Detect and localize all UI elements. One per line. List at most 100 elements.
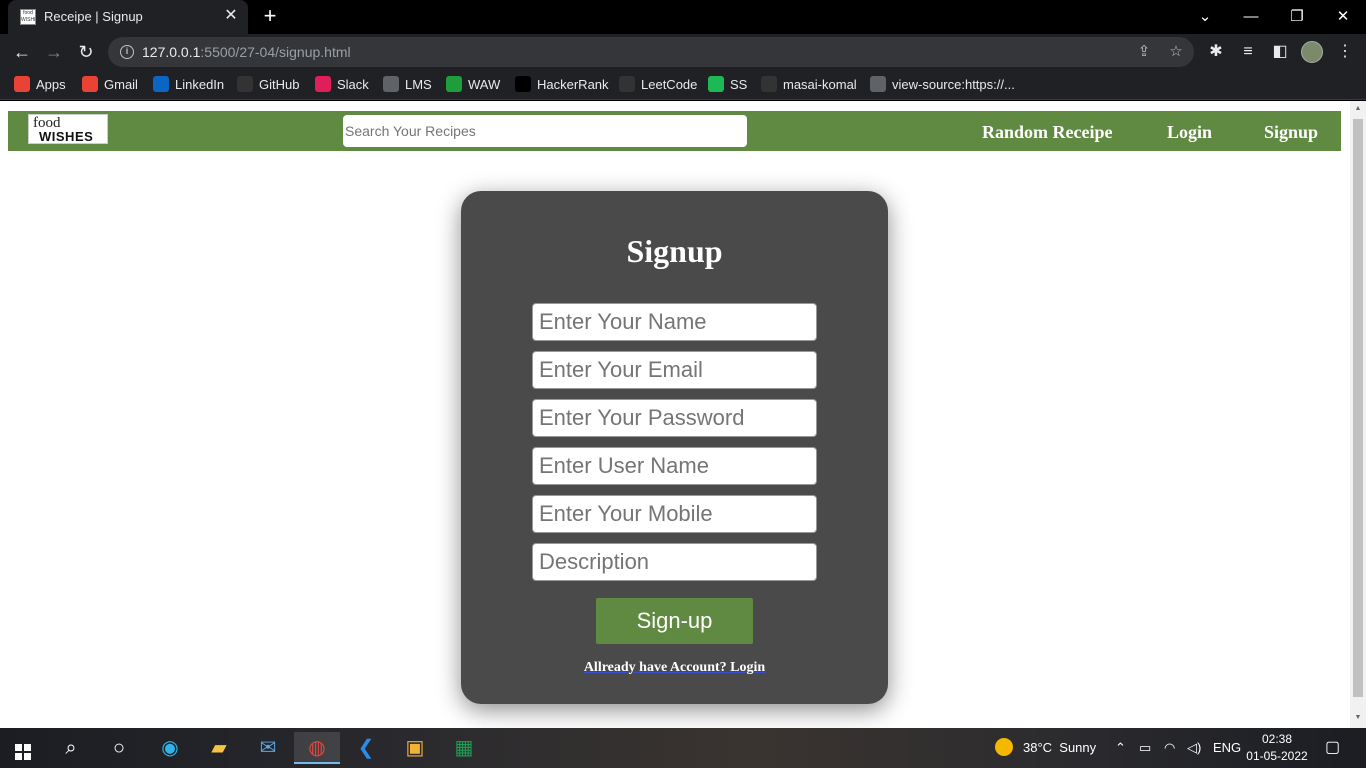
url-path: :5500/27-04/signup.html	[200, 44, 351, 60]
bookmark-item[interactable]: WAW	[446, 76, 500, 94]
search-icon[interactable]: ⌕	[48, 732, 94, 764]
vscode-icon[interactable]: ❮	[343, 732, 389, 764]
address-bar[interactable]: i 127.0.0.1:5500/27-04/signup.html ⇪ ☆	[108, 37, 1194, 67]
tray-chevron-icon[interactable]: ⌃	[1115, 728, 1126, 768]
side-panel-icon[interactable]: ◧	[1269, 41, 1291, 63]
name-field[interactable]	[532, 303, 817, 341]
minimize-button[interactable]: —	[1240, 6, 1262, 28]
close-window-button[interactable]: ✕	[1332, 6, 1354, 28]
language-indicator[interactable]: ENG	[1213, 728, 1241, 768]
scroll-up-icon[interactable]: ▲	[1353, 104, 1363, 114]
browser-tab[interactable]: food WISHES Receipe | Signup ✕	[8, 0, 248, 34]
bookmark-item[interactable]: SS	[708, 76, 747, 94]
slack-icon	[315, 76, 331, 92]
bookmark-label: masai-komal	[783, 77, 857, 92]
bookmark-item[interactable]: Slack	[315, 76, 369, 94]
bookmark-label: Apps	[36, 77, 66, 92]
globe-icon	[383, 76, 399, 92]
random-receipe-link[interactable]: Random Receipe	[982, 122, 1112, 143]
site-logo[interactable]: food WISHES	[28, 114, 108, 144]
globe-icon	[870, 76, 886, 92]
forward-button[interactable]: →	[43, 41, 65, 63]
extensions-icon[interactable]: ✱	[1205, 41, 1227, 63]
share-icon[interactable]: ⇪	[1134, 42, 1154, 62]
spotify-icon	[708, 76, 724, 92]
password-field[interactable]	[532, 399, 817, 437]
github-icon	[761, 76, 777, 92]
mail-icon[interactable]: ✉	[245, 732, 291, 764]
url-text[interactable]: 127.0.0.1:5500/27-04/signup.html	[142, 44, 351, 60]
signup-link[interactable]: Signup	[1264, 122, 1318, 143]
scrollbar-thumb[interactable]	[1353, 119, 1363, 697]
new-tab-button[interactable]: +	[259, 5, 281, 27]
description-field[interactable]	[532, 543, 817, 581]
already-have-account-link[interactable]: Allready have Account? Login	[461, 660, 888, 676]
github-icon	[237, 76, 253, 92]
tab-title: Receipe | Signup	[44, 9, 143, 24]
bookmark-label: LMS	[405, 77, 432, 92]
bookmark-item[interactable]: LeetCode	[619, 76, 697, 94]
start-button[interactable]	[0, 732, 46, 764]
leetcode-icon	[619, 76, 635, 92]
weather-temp: 38°C	[1023, 740, 1053, 755]
bookmark-star-icon[interactable]: ☆	[1166, 42, 1186, 62]
username-field[interactable]	[532, 447, 817, 485]
bookmark-item[interactable]: LMS	[383, 76, 432, 94]
chrome-icon[interactable]: ◍	[294, 732, 340, 764]
store-icon[interactable]: ▣	[392, 732, 438, 764]
bookmarks-bar: Apps Gmail LinkedIn GitHub Slack LMS WAW Hacker…	[0, 70, 1366, 100]
logo-bottom-text: WISHES	[39, 129, 94, 144]
reload-button[interactable]: ↻	[75, 41, 97, 63]
notifications-icon[interactable]: ▢	[1325, 728, 1340, 768]
signup-card: Signup Sign-up Allready have Account? Lo…	[461, 191, 888, 704]
excel-icon[interactable]: ▦	[441, 732, 487, 764]
apps-grid-icon	[14, 76, 30, 92]
email-field[interactable]	[532, 351, 817, 389]
page-scrollbar[interactable]: ▲ ▼	[1350, 101, 1366, 728]
bookmark-label: Slack	[337, 77, 369, 92]
mobile-field[interactable]	[532, 495, 817, 533]
bookmark-item[interactable]: HackerRank	[515, 76, 609, 94]
bookmark-label: view-source:https://...	[892, 77, 1015, 92]
bookmark-item[interactable]: Apps	[14, 76, 66, 94]
signup-submit-button[interactable]: Sign-up	[596, 598, 753, 644]
wifi-icon[interactable]: ◠	[1164, 728, 1175, 768]
browser-toolbar: ← → ↻ i 127.0.0.1:5500/27-04/signup.html…	[0, 34, 1366, 70]
bookmark-label: LinkedIn	[175, 77, 225, 92]
volume-icon[interactable]: ◁)	[1187, 728, 1201, 768]
clock-date: 01-05-2022	[1246, 749, 1308, 763]
profile-avatar[interactable]	[1301, 41, 1323, 63]
bookmark-item[interactable]: masai-komal	[761, 76, 857, 94]
recipe-search-input[interactable]	[343, 115, 747, 147]
scroll-down-icon[interactable]: ▼	[1353, 713, 1363, 723]
bookmark-label: HackerRank	[537, 77, 609, 92]
bookmark-item[interactable]: LinkedIn	[153, 76, 224, 94]
menu-dots-icon[interactable]: ⋮	[1334, 41, 1356, 63]
windows-logo-icon	[15, 744, 31, 760]
site-info-icon[interactable]: i	[120, 45, 134, 59]
tab-close-icon[interactable]: ✕	[222, 7, 240, 25]
tab-search-icon[interactable]: ⌄	[1194, 6, 1216, 28]
linkedin-icon	[153, 76, 169, 92]
media-control-icon[interactable]: ≡	[1237, 41, 1259, 63]
login-link[interactable]: Login	[1167, 122, 1212, 143]
cortana-icon[interactable]: ○	[96, 732, 142, 764]
windows-taskbar: ⌕ ○ ◉ ▰ ✉ ◍ ❮ ▣ ▦ 38°C Sunny ⌃ ▭ ◠ ◁) EN…	[0, 728, 1366, 768]
bookmark-item[interactable]: Gmail	[82, 76, 138, 94]
bookmark-item[interactable]: GitHub	[237, 76, 299, 94]
edge-icon[interactable]: ◉	[147, 732, 193, 764]
weather-widget[interactable]: 38°C Sunny	[995, 728, 1096, 768]
battery-icon[interactable]: ▭	[1139, 728, 1151, 768]
taskbar-clock[interactable]: 02:38 01-05-2022	[1246, 731, 1308, 765]
page-viewport: food WISHES Random Receipe Login Signup …	[0, 101, 1366, 728]
file-explorer-icon[interactable]: ▰	[196, 732, 242, 764]
bookmark-label: WAW	[468, 77, 501, 92]
url-host: 127.0.0.1	[142, 44, 201, 60]
restore-button[interactable]: ❐	[1286, 6, 1308, 28]
sun-icon	[995, 738, 1013, 756]
back-button[interactable]: ←	[11, 41, 33, 63]
bookmark-item[interactable]: view-source:https://...	[870, 76, 1015, 94]
hackerrank-icon	[515, 76, 531, 92]
browser-tab-strip: food WISHES Receipe | Signup ✕ + ⌄ — ❐ ✕	[0, 0, 1366, 34]
bookmark-label: GitHub	[259, 77, 300, 92]
